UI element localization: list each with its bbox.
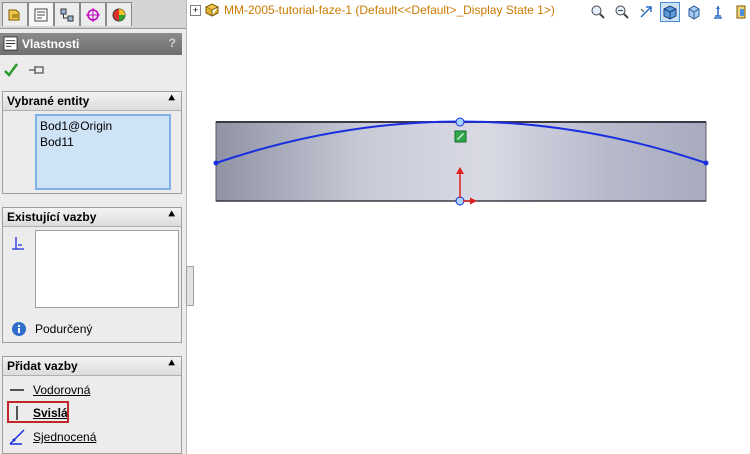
zoom-area-icon: [615, 5, 629, 19]
properties-icon: [3, 36, 18, 51]
property-manager-header: Vlastnosti ?: [0, 33, 182, 55]
previous-view-icon: [640, 6, 652, 18]
existing-relations-title: Existující vazby: [7, 210, 97, 224]
manager-tabs: [0, 0, 186, 29]
merge-relation-button[interactable]: Sjednocená: [7, 426, 96, 448]
help-button[interactable]: ?: [169, 36, 176, 50]
sketch-endpoint-right[interactable]: [703, 160, 709, 166]
crosshair-icon: [86, 7, 100, 22]
list-item[interactable]: Bod1@Origin: [40, 118, 166, 134]
existing-relations-header[interactable]: Existující vazby ⯅: [3, 208, 181, 227]
horizontal-relation-icon: [7, 380, 27, 400]
ok-row: [3, 60, 63, 80]
merge-relation-label: Sjednocená: [33, 430, 97, 444]
feature-tree-root[interactable]: + MM-2005-tutorial-faze-1 (Default<<Defa…: [190, 0, 555, 20]
horizontal-relation-label: Vodorovná: [33, 383, 91, 397]
hide-show-icon: [736, 5, 746, 19]
part-icon: [204, 3, 220, 17]
pushpin-icon[interactable]: [27, 63, 47, 77]
merge-relation-icon: [7, 427, 27, 447]
section-view-button[interactable]: [708, 2, 728, 22]
hide-show-button[interactable]: [732, 2, 750, 22]
document-title: MM-2005-tutorial-faze-1 (Default<<Defaul…: [224, 3, 555, 17]
selected-entities-list[interactable]: Bod1@Origin Bod11: [35, 114, 171, 190]
zoom-fit-icon: [591, 5, 605, 19]
origin-point[interactable]: [455, 196, 465, 206]
panel-splitter-handle[interactable]: [186, 266, 194, 306]
selected-point-top[interactable]: [455, 117, 465, 127]
tab-feature-manager[interactable]: [2, 2, 28, 26]
part-body[interactable]: [215, 121, 707, 202]
highlight-box: [7, 401, 69, 423]
horizontal-relation-button[interactable]: Vodorovná: [7, 379, 90, 401]
property-manager-panel: Vlastnosti ? Vybrané entity ⯅ Bod1@Origi…: [0, 0, 187, 454]
zoom-area-button[interactable]: [612, 2, 632, 22]
ok-checkmark-icon[interactable]: [3, 62, 19, 78]
zoom-to-fit-button[interactable]: [588, 2, 608, 22]
previous-view-button[interactable]: [636, 2, 656, 22]
shaded-cube-icon: [663, 5, 677, 20]
tab-configuration-manager[interactable]: [54, 2, 80, 26]
property-manager-icon: [34, 8, 48, 21]
add-relations-group: Přidat vazby ⯅ Vodorovná Svislá Sjednoce…: [2, 356, 182, 454]
tab-display-manager[interactable]: [106, 2, 132, 26]
view-orientation-button[interactable]: [684, 2, 704, 22]
configuration-icon: [60, 8, 74, 21]
list-item[interactable]: Bod11: [40, 134, 166, 150]
sketch-arc[interactable]: [215, 120, 707, 164]
selected-entities-title: Vybrané entity: [7, 94, 90, 108]
selected-entities-group: Vybrané entity ⯅ Bod1@Origin Bod11: [2, 91, 182, 194]
sketch-endpoint-left[interactable]: [213, 160, 219, 166]
selected-entities-header[interactable]: Vybrané entity ⯅: [3, 92, 181, 111]
expand-icon[interactable]: +: [190, 4, 201, 16]
cube-icon: [688, 5, 700, 20]
panel-title: Vlastnosti: [22, 37, 80, 51]
existing-relations-group: Existující vazby ⯅ Podurčený: [2, 207, 182, 343]
collapse-chevron-icon[interactable]: ⯅: [167, 358, 176, 371]
collapse-chevron-icon[interactable]: ⯅: [167, 209, 176, 222]
add-relations-title: Přidat vazby: [7, 359, 78, 373]
view-toolbar: [588, 2, 750, 22]
coincident-relation-icon[interactable]: [454, 130, 467, 143]
collapse-chevron-icon[interactable]: ⯅: [167, 93, 176, 106]
status-row: Podurčený: [11, 320, 92, 338]
display-style-button[interactable]: [660, 2, 680, 22]
add-relations-header[interactable]: Přidat vazby ⯅: [3, 357, 181, 376]
tab-property-manager[interactable]: [28, 2, 54, 26]
tab-dimxpert-manager[interactable]: [80, 2, 106, 26]
feature-tree-icon: [8, 9, 20, 20]
existing-relations-list[interactable]: [35, 230, 179, 308]
relations-icon: [12, 237, 24, 250]
appearance-icon: [112, 8, 126, 21]
section-view-icon: [714, 6, 722, 19]
origin-axes-icon: [456, 167, 477, 205]
info-icon: [12, 322, 26, 336]
status-text: Podurčený: [35, 322, 93, 336]
